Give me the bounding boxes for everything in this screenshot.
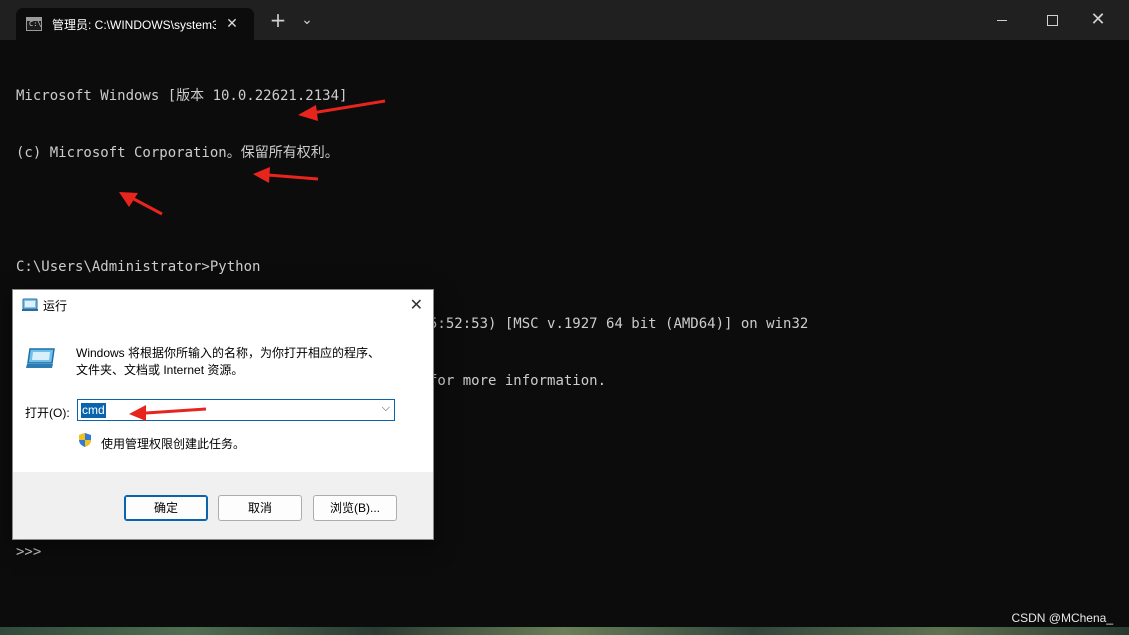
console-line: Microsoft Windows [版本 10.0.22621.2134]	[16, 88, 348, 104]
console-line: (c) Microsoft Corporation。保留所有权利。	[16, 145, 339, 161]
minimize-button[interactable]	[988, 0, 1016, 40]
dialog-description: Windows 将根据你所输入的名称，为你打开相应的程序、 文件夹、文档或 In…	[76, 345, 416, 379]
tab-dropdown-button[interactable]: ⌄	[294, 0, 320, 40]
dialog-footer: 确定 取消 浏览(B)...	[13, 472, 433, 539]
minimize-icon	[997, 20, 1007, 21]
maximize-button[interactable]	[1038, 0, 1066, 40]
new-tab-button[interactable]: +	[264, 0, 292, 40]
run-dialog[interactable]: 运行 ✕ Windows 将根据你所输入的名称，为你打开相应的程序、 文件夹、文…	[12, 289, 434, 540]
cmd-icon-glyph: C:\	[29, 20, 42, 28]
dialog-description-line: 文件夹、文档或 Internet 资源。	[76, 363, 244, 377]
window-close-button[interactable]: ✕	[1084, 0, 1112, 40]
terminal-tab[interactable]: C:\ 管理员: C:\WINDOWS\system32 ✕	[16, 8, 254, 40]
csdn-watermark: CSDN @MChena_	[1011, 611, 1113, 625]
admin-note: 使用管理权限创建此任务。	[101, 437, 246, 451]
open-input[interactable]: cmd	[81, 403, 106, 418]
cancel-button[interactable]: 取消	[218, 495, 302, 521]
browse-button[interactable]: 浏览(B)...	[313, 495, 397, 521]
terminal-titlebar[interactable]: C:\ 管理员: C:\WINDOWS\system32 ✕ + ⌄ ✕	[0, 0, 1129, 40]
uac-shield-icon	[79, 433, 91, 447]
run-icon	[22, 298, 38, 311]
open-combobox[interactable]: cmd ⌵	[77, 399, 395, 421]
dialog-titlebar[interactable]: 运行 ✕	[13, 290, 433, 320]
tab-close-icon[interactable]: ✕	[224, 16, 240, 32]
dialog-close-icon[interactable]: ✕	[410, 295, 423, 315]
tab-title: 管理员: C:\WINDOWS\system32	[52, 17, 216, 32]
desktop-wallpaper	[0, 627, 1129, 635]
dialog-title: 运行	[43, 299, 68, 313]
ok-button[interactable]: 确定	[124, 495, 208, 521]
console-line: C:\Users\Administrator>Python	[16, 259, 261, 275]
chevron-down-icon[interactable]: ⌵	[382, 402, 390, 415]
open-label: 打开(O):	[25, 406, 70, 420]
dialog-description-line: Windows 将根据你所输入的名称，为你打开相应的程序、	[76, 346, 381, 360]
maximize-icon	[1046, 15, 1058, 26]
console-prompt: >>>	[16, 544, 42, 560]
cmd-icon: C:\	[26, 17, 42, 31]
run-app-icon	[26, 348, 55, 368]
